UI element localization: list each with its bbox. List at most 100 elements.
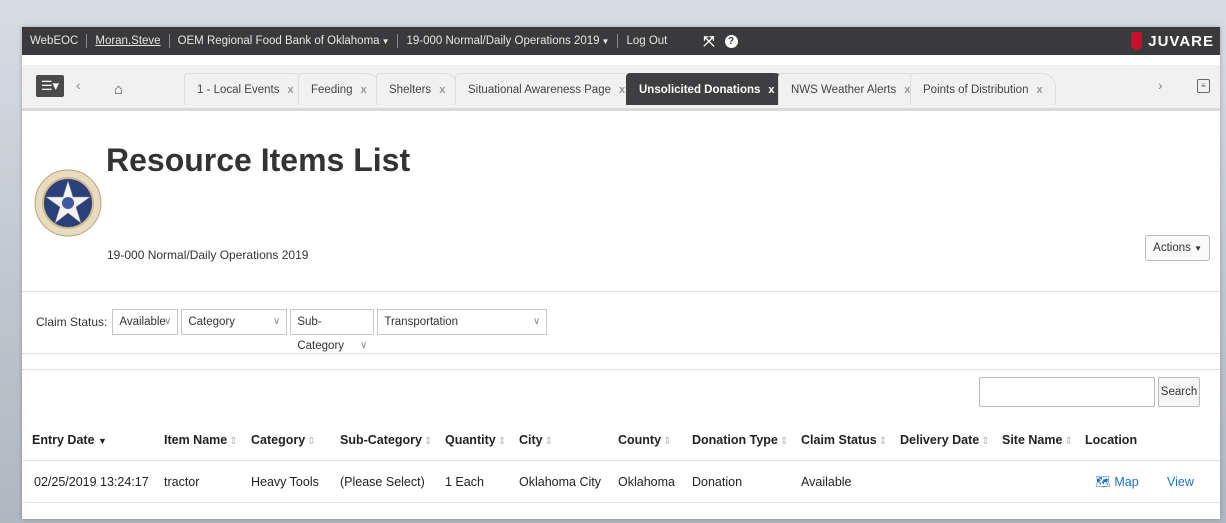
column-header-delivery-date[interactable]: Delivery Date ⇕ — [900, 419, 990, 463]
chevron-down-icon: ∨ — [164, 316, 172, 327]
column-header-county[interactable]: County ⇕ — [618, 419, 671, 463]
cell-quantity: 1 Each — [445, 475, 484, 489]
tools-icon[interactable]: ⤧ — [703, 33, 714, 50]
tab-label: Points of Distribution — [923, 84, 1029, 96]
caret-down-icon: ▼ — [601, 36, 610, 46]
column-header-city[interactable]: City ⇕ — [519, 419, 553, 463]
column-header-claim-status[interactable]: Claim Status ⇕ — [801, 419, 887, 463]
tab-scroll-right-icon[interactable]: › — [1158, 77, 1163, 93]
cell-claim-status: Available — [801, 475, 852, 489]
divider — [22, 369, 1220, 370]
tab-label: Unsolicited Donations — [639, 84, 761, 96]
sort-icon: ⇕ — [779, 436, 789, 447]
divider — [22, 353, 1220, 354]
page-title: Resource Items List — [106, 142, 411, 178]
close-icon[interactable]: x — [768, 84, 774, 96]
sort-icon: ⇕ — [663, 436, 672, 447]
select-value: Category — [188, 316, 236, 328]
column-header-site-name[interactable]: Site Name ⇕ — [1002, 419, 1073, 463]
incident-label: 19-000 Normal/Daily Operations 2019 — [406, 34, 600, 47]
sort-icon: ⇕ — [229, 436, 238, 447]
cell-city: Oklahoma City — [519, 475, 601, 489]
header-label: Quantity — [445, 433, 496, 447]
table-header-row: Entry Date ▼ Item Name ⇕ Category ⇕ Sub-Ca… — [22, 419, 1220, 461]
sort-icon: ⇕ — [878, 436, 888, 447]
sub-category-select[interactable]: Sub-Category ∨ — [290, 309, 375, 352]
column-header-sub-category[interactable]: Sub-Category ⇕ — [340, 419, 432, 463]
tab-unsolicited-donations[interactable]: Unsolicited Donations x — [626, 73, 788, 105]
incident-subtitle: 19-000 Normal/Daily Operations 2019 — [107, 248, 309, 262]
caret-down-icon: ▼ — [381, 36, 390, 46]
tab-scroll-left-icon[interactable]: ‹ — [76, 77, 81, 93]
actions-button[interactable]: Actions ▼ — [1145, 235, 1210, 261]
tab-label: NWS Weather Alerts — [791, 84, 897, 96]
state-seal-icon — [34, 169, 102, 237]
cell-sub-category: (Please Select) — [340, 475, 425, 489]
search-button[interactable]: Search — [1158, 377, 1200, 407]
app-name: WebEOC — [30, 35, 79, 47]
tab-label: Shelters — [389, 84, 432, 96]
cell-item-name: tractor — [164, 475, 200, 489]
home-icon[interactable]: ⌂ — [114, 81, 123, 98]
logout-link[interactable]: Log Out — [618, 27, 675, 55]
chevron-down-icon: ∨ — [533, 316, 541, 327]
filter-bar: Claim Status: Available ∨ Category ∨ Sub-C… — [36, 309, 548, 352]
close-icon[interactable]: x — [287, 84, 293, 96]
close-icon[interactable]: x — [439, 84, 445, 96]
incident-dropdown[interactable]: 19-000 Normal/Daily Operations 2019 ▼ — [398, 27, 617, 56]
position-dropdown[interactable]: OEM Regional Food Bank of Oklahoma ▼ — [170, 27, 398, 56]
close-icon[interactable]: x — [619, 84, 625, 96]
brand: JUVARE — [1131, 27, 1214, 55]
webeoc-window: WebEOC Moran.Steve OEM Regional Food Ban… — [22, 27, 1220, 519]
tab-feeding[interactable]: Feeding x — [298, 73, 380, 105]
divider — [22, 291, 1220, 292]
close-icon[interactable]: x — [361, 84, 367, 96]
column-header-entry-date[interactable]: Entry Date ▼ — [32, 419, 107, 462]
sort-icon: ⇕ — [307, 436, 316, 447]
tab-strip: ☰▾ ‹ ⌂ 1 - Local Events x Feeding x Shelte… — [22, 65, 1220, 111]
select-value: Sub-Category — [297, 316, 345, 352]
top-bar: WebEOC Moran.Steve OEM Regional Food Ban… — [22, 27, 1220, 55]
sort-icon: ⇕ — [544, 436, 554, 447]
cell-entry-date: 02/25/2019 13:24:17 — [34, 475, 149, 489]
cell-county: Oklahoma — [618, 475, 675, 489]
brand-name: JUVARE — [1148, 32, 1214, 50]
category-select[interactable]: Category ∨ — [181, 309, 288, 335]
sort-icon: ⇕ — [981, 436, 990, 447]
claim-status-select[interactable]: Available ∨ — [112, 309, 179, 335]
chevron-down-icon: ∨ — [273, 316, 281, 327]
header-label: Category — [251, 433, 306, 447]
tab-label: 1 - Local Events — [197, 84, 280, 96]
close-icon[interactable]: x — [1036, 84, 1042, 96]
menu-button[interactable]: ☰▾ — [36, 75, 64, 97]
help-icon[interactable]: ? — [724, 34, 738, 48]
tab-nws-weather-alerts[interactable]: NWS Weather Alerts x — [778, 73, 924, 105]
header-label: Site Name — [1002, 433, 1063, 447]
tab-list-icon[interactable]: ≡ — [1197, 79, 1210, 93]
transportation-select[interactable]: Transportation ∨ — [377, 309, 548, 335]
search-input[interactable] — [979, 377, 1155, 407]
select-value: Transportation — [384, 316, 459, 328]
tab-shelters[interactable]: Shelters x — [376, 73, 459, 105]
juvare-logo-icon — [1131, 32, 1143, 50]
user-link[interactable]: Moran.Steve — [87, 27, 168, 55]
column-header-quantity[interactable]: Quantity ⇕ — [445, 419, 506, 463]
header-label: City — [519, 433, 543, 447]
map-link[interactable]: 🗺 Map — [1095, 461, 1139, 503]
column-header-item-name[interactable]: Item Name ⇕ — [164, 419, 238, 463]
column-header-location: Location — [1085, 433, 1138, 447]
chevron-down-icon: ∨ — [360, 340, 368, 351]
header-label: Item Name — [164, 433, 228, 447]
table-row[interactable]: 02/25/2019 13:24:17 tractor Heavy Tools … — [22, 461, 1220, 503]
column-header-category[interactable]: Category ⇕ — [251, 419, 316, 463]
tab-situational-awareness[interactable]: Situational Awareness Page x — [455, 73, 639, 105]
column-header-donation-type[interactable]: Donation Type ⇕ — [692, 419, 788, 463]
tab-label: Situational Awareness Page — [468, 84, 611, 96]
tab-points-of-distribution[interactable]: Points of Distribution x — [910, 73, 1056, 105]
sort-icon: ⇕ — [497, 436, 507, 447]
tab-local-events[interactable]: 1 - Local Events x — [184, 73, 307, 105]
header-label: Donation Type — [692, 433, 778, 447]
map-icon: 🗺 — [1095, 475, 1111, 489]
view-link[interactable]: View — [1167, 461, 1194, 503]
tab-label: Feeding — [311, 84, 353, 96]
